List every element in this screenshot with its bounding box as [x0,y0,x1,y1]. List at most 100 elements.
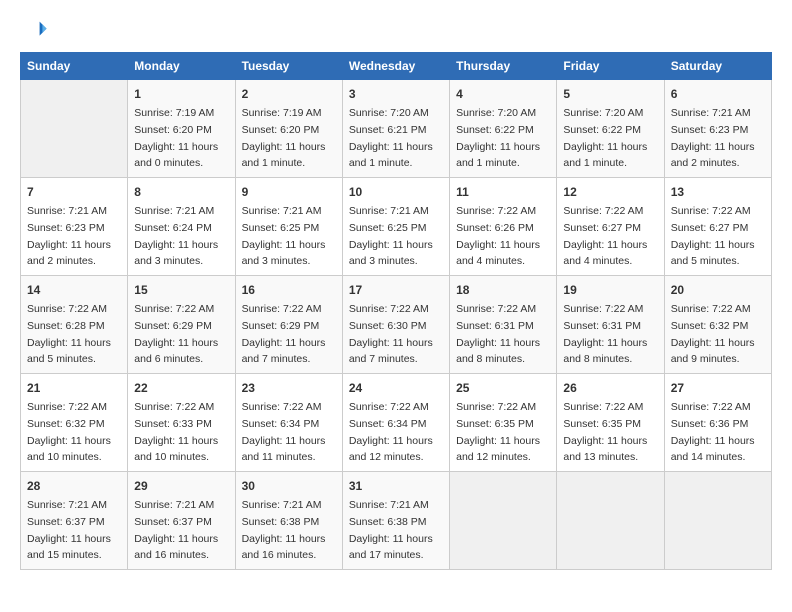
sunrise-text: Sunrise: 7:21 AM [242,205,322,217]
day-number: 27 [671,379,765,397]
daylight-text: Daylight: 11 hours and 1 minute. [349,141,433,170]
daylight-text: Daylight: 11 hours and 16 minutes. [134,533,218,562]
sunrise-text: Sunrise: 7:20 AM [349,107,429,119]
day-number: 17 [349,281,443,299]
daylight-text: Daylight: 11 hours and 11 minutes. [242,435,326,464]
sunrise-text: Sunrise: 7:21 AM [27,205,107,217]
sunrise-text: Sunrise: 7:22 AM [242,401,322,413]
col-header-tuesday: Tuesday [235,53,342,80]
day-number: 19 [563,281,657,299]
sunset-text: Sunset: 6:31 PM [563,320,641,332]
sunrise-text: Sunrise: 7:22 AM [563,303,643,315]
sunset-text: Sunset: 6:36 PM [671,418,749,430]
daylight-text: Daylight: 11 hours and 8 minutes. [563,337,647,366]
daylight-text: Daylight: 11 hours and 5 minutes. [671,239,755,268]
sunrise-text: Sunrise: 7:22 AM [456,401,536,413]
sunrise-text: Sunrise: 7:21 AM [134,499,214,511]
day-number: 20 [671,281,765,299]
calendar-cell: 19 Sunrise: 7:22 AM Sunset: 6:31 PM Dayl… [557,276,664,374]
daylight-text: Daylight: 11 hours and 13 minutes. [563,435,647,464]
daylight-text: Daylight: 11 hours and 6 minutes. [134,337,218,366]
day-number: 23 [242,379,336,397]
sunset-text: Sunset: 6:38 PM [242,516,320,528]
day-number: 25 [456,379,550,397]
calendar-table: SundayMondayTuesdayWednesdayThursdayFrid… [20,52,772,570]
calendar-cell [21,80,128,178]
day-number: 5 [563,85,657,103]
week-row-4: 21 Sunrise: 7:22 AM Sunset: 6:32 PM Dayl… [21,374,772,472]
calendar-cell: 14 Sunrise: 7:22 AM Sunset: 6:28 PM Dayl… [21,276,128,374]
daylight-text: Daylight: 11 hours and 2 minutes. [27,239,111,268]
day-number: 15 [134,281,228,299]
sunset-text: Sunset: 6:25 PM [349,222,427,234]
col-header-thursday: Thursday [450,53,557,80]
daylight-text: Daylight: 11 hours and 12 minutes. [349,435,433,464]
calendar-cell: 20 Sunrise: 7:22 AM Sunset: 6:32 PM Dayl… [664,276,771,374]
day-number: 29 [134,477,228,495]
calendar-cell: 31 Sunrise: 7:21 AM Sunset: 6:38 PM Dayl… [342,472,449,570]
sunrise-text: Sunrise: 7:21 AM [242,499,322,511]
daylight-text: Daylight: 11 hours and 1 minute. [242,141,326,170]
logo [20,16,52,44]
sunrise-text: Sunrise: 7:22 AM [27,303,107,315]
day-number: 2 [242,85,336,103]
sunset-text: Sunset: 6:29 PM [134,320,212,332]
sunset-text: Sunset: 6:21 PM [349,124,427,136]
week-row-2: 7 Sunrise: 7:21 AM Sunset: 6:23 PM Dayli… [21,178,772,276]
day-number: 22 [134,379,228,397]
daylight-text: Daylight: 11 hours and 10 minutes. [27,435,111,464]
calendar-cell: 6 Sunrise: 7:21 AM Sunset: 6:23 PM Dayli… [664,80,771,178]
daylight-text: Daylight: 11 hours and 7 minutes. [349,337,433,366]
col-header-monday: Monday [128,53,235,80]
daylight-text: Daylight: 11 hours and 0 minutes. [134,141,218,170]
daylight-text: Daylight: 11 hours and 7 minutes. [242,337,326,366]
calendar-cell: 13 Sunrise: 7:22 AM Sunset: 6:27 PM Dayl… [664,178,771,276]
sunrise-text: Sunrise: 7:21 AM [349,205,429,217]
daylight-text: Daylight: 11 hours and 1 minute. [563,141,647,170]
calendar-cell: 11 Sunrise: 7:22 AM Sunset: 6:26 PM Dayl… [450,178,557,276]
day-number: 13 [671,183,765,201]
calendar-cell [557,472,664,570]
header-row: SundayMondayTuesdayWednesdayThursdayFrid… [21,53,772,80]
sunset-text: Sunset: 6:34 PM [349,418,427,430]
daylight-text: Daylight: 11 hours and 4 minutes. [563,239,647,268]
sunset-text: Sunset: 6:23 PM [27,222,105,234]
calendar-cell: 18 Sunrise: 7:22 AM Sunset: 6:31 PM Dayl… [450,276,557,374]
calendar-cell: 21 Sunrise: 7:22 AM Sunset: 6:32 PM Dayl… [21,374,128,472]
sunrise-text: Sunrise: 7:22 AM [563,401,643,413]
calendar-cell: 30 Sunrise: 7:21 AM Sunset: 6:38 PM Dayl… [235,472,342,570]
sunrise-text: Sunrise: 7:22 AM [456,205,536,217]
day-number: 18 [456,281,550,299]
calendar-cell: 8 Sunrise: 7:21 AM Sunset: 6:24 PM Dayli… [128,178,235,276]
calendar-cell [450,472,557,570]
sunrise-text: Sunrise: 7:22 AM [134,401,214,413]
daylight-text: Daylight: 11 hours and 14 minutes. [671,435,755,464]
sunrise-text: Sunrise: 7:22 AM [563,205,643,217]
daylight-text: Daylight: 11 hours and 12 minutes. [456,435,540,464]
calendar-cell: 26 Sunrise: 7:22 AM Sunset: 6:35 PM Dayl… [557,374,664,472]
day-number: 6 [671,85,765,103]
week-row-1: 1 Sunrise: 7:19 AM Sunset: 6:20 PM Dayli… [21,80,772,178]
sunrise-text: Sunrise: 7:22 AM [671,205,751,217]
daylight-text: Daylight: 11 hours and 8 minutes. [456,337,540,366]
calendar-cell: 27 Sunrise: 7:22 AM Sunset: 6:36 PM Dayl… [664,374,771,472]
col-header-sunday: Sunday [21,53,128,80]
sunset-text: Sunset: 6:34 PM [242,418,320,430]
calendar-cell: 2 Sunrise: 7:19 AM Sunset: 6:20 PM Dayli… [235,80,342,178]
sunset-text: Sunset: 6:25 PM [242,222,320,234]
day-number: 26 [563,379,657,397]
daylight-text: Daylight: 11 hours and 3 minutes. [134,239,218,268]
logo-icon [20,16,48,44]
day-number: 31 [349,477,443,495]
daylight-text: Daylight: 11 hours and 5 minutes. [27,337,111,366]
day-number: 24 [349,379,443,397]
col-header-saturday: Saturday [664,53,771,80]
daylight-text: Daylight: 11 hours and 10 minutes. [134,435,218,464]
sunrise-text: Sunrise: 7:21 AM [27,499,107,511]
sunrise-text: Sunrise: 7:22 AM [349,401,429,413]
daylight-text: Daylight: 11 hours and 9 minutes. [671,337,755,366]
day-number: 30 [242,477,336,495]
sunset-text: Sunset: 6:23 PM [671,124,749,136]
sunrise-text: Sunrise: 7:22 AM [671,303,751,315]
day-number: 16 [242,281,336,299]
